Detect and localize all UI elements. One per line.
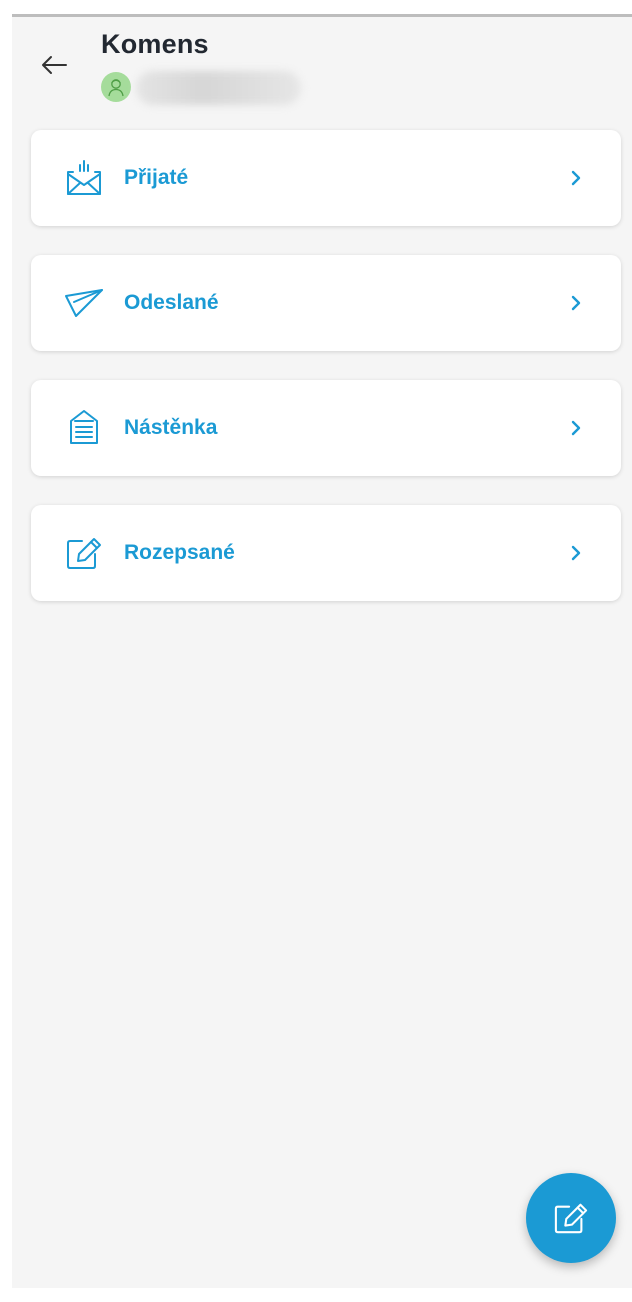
avatar — [101, 72, 131, 102]
chevron-right-icon — [565, 541, 587, 565]
compose-message-button[interactable] — [526, 1173, 616, 1263]
chevron-right-icon — [565, 416, 587, 440]
noticeboard-icon — [64, 408, 104, 448]
menu-item-label: Rozepsané — [124, 541, 235, 564]
menu-item-rozepsane[interactable]: Rozepsané — [31, 505, 621, 601]
compose-icon — [554, 1203, 588, 1234]
paper-plane-icon — [64, 283, 104, 323]
menu-item-nastenka[interactable]: Nástěnka — [31, 380, 621, 476]
chevron-right-icon — [565, 291, 587, 315]
user-avatar-icon — [108, 79, 124, 97]
page-title: Komens — [101, 29, 209, 59]
menu-item-label: Přijaté — [124, 166, 189, 189]
chevron-right-icon — [565, 166, 587, 190]
menu-item-prijate[interactable]: Přijaté — [31, 130, 621, 226]
menu-item-label: Odeslané — [124, 291, 219, 314]
komens-screen: Komens Přijaté Odeslané Nástěnka Rozepsa… — [12, 14, 632, 1288]
user-name — [136, 71, 301, 105]
inbox-envelope-icon — [64, 158, 104, 198]
menu-item-label: Nástěnka — [124, 416, 218, 439]
arrow-left-icon — [42, 56, 67, 74]
menu-item-odeslane[interactable]: Odeslané — [31, 255, 621, 351]
edit-draft-icon — [64, 533, 104, 573]
back-button[interactable] — [34, 47, 74, 83]
